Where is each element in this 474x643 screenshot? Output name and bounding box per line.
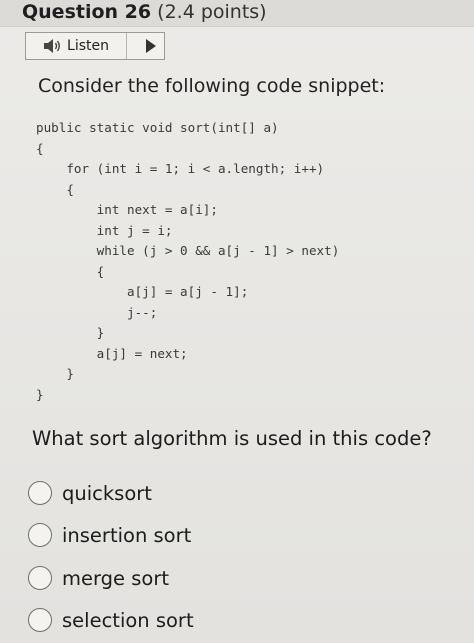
listen-widget: Listen <box>25 32 165 60</box>
question-text: What sort algorithm is used in this code… <box>32 427 432 450</box>
option-label: selection sort <box>62 608 194 632</box>
code-line: for (int i = 1; i < a.length; i++) <box>36 161 325 176</box>
option-label: merge sort <box>62 566 169 590</box>
code-line: } <box>36 325 105 340</box>
code-snippet: public static void sort(int[] a) { for (… <box>36 118 339 405</box>
option-merge-sort[interactable]: merge sort <box>28 561 169 595</box>
question-points: (2.4 points) <box>157 1 267 23</box>
listen-button[interactable]: Listen <box>26 33 127 59</box>
code-line: a[j] = a[j - 1]; <box>36 284 249 299</box>
radio-button[interactable] <box>28 523 52 547</box>
code-line: { <box>36 263 105 279</box>
option-label: insertion sort <box>62 523 192 547</box>
code-line: { <box>36 140 44 156</box>
question-title: Question 26 (2.4 points) <box>22 0 267 24</box>
speaker-icon <box>43 38 63 54</box>
option-label: quicksort <box>62 481 152 505</box>
code-line: int j = i; <box>36 222 173 238</box>
radio-button[interactable] <box>28 566 52 590</box>
code-line: while (j > 0 && a[j - 1] > next) <box>36 243 340 258</box>
quiz-page: Question 26 (2.4 points) Listen Consider… <box>0 0 474 643</box>
option-selection-sort[interactable]: selection sort <box>28 603 194 637</box>
code-line: { <box>36 181 74 197</box>
play-icon[interactable] <box>146 39 156 53</box>
radio-button[interactable] <box>28 608 52 632</box>
question-header: Question 26 (2.4 points) <box>0 0 474 27</box>
code-line: } <box>36 386 44 402</box>
listen-label: Listen <box>67 38 109 54</box>
code-line: j--; <box>36 304 158 320</box>
code-line: a[j] = next; <box>36 345 188 361</box>
question-number: Question 26 <box>22 1 152 23</box>
radio-button[interactable] <box>28 481 52 505</box>
option-quicksort[interactable]: quicksort <box>28 476 152 510</box>
question-prompt: Consider the following code snippet: <box>38 75 386 97</box>
option-insertion-sort[interactable]: insertion sort <box>28 518 191 552</box>
code-line: } <box>36 366 74 381</box>
code-line: int next = a[i]; <box>36 202 218 217</box>
code-line: public static void sort(int[] a) <box>36 120 279 135</box>
